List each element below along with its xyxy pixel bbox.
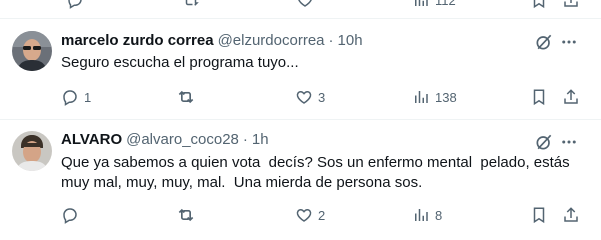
bookmark-icon — [533, 0, 545, 9]
reply-button[interactable] — [66, 0, 84, 12]
repost-button[interactable] — [176, 85, 201, 109]
grok-icon[interactable] — [533, 31, 555, 53]
like-count: 2 — [318, 207, 326, 223]
repost-icon — [185, 0, 199, 6]
avatar[interactable] — [12, 31, 52, 71]
like-button[interactable]: 3 — [295, 85, 325, 109]
reply-button[interactable] — [61, 203, 84, 227]
like-button[interactable] — [296, 0, 314, 12]
tweet-header: ALVARO @alvaro_coco28 · 1h — [61, 130, 269, 150]
share-button[interactable] — [562, 85, 580, 109]
display-name[interactable]: ALVARO — [61, 130, 122, 150]
avatar-image — [12, 31, 52, 71]
reply-icon — [63, 208, 77, 224]
avatar[interactable] — [12, 131, 52, 171]
like-icon — [298, 0, 312, 7]
views-icon — [415, 0, 428, 6]
grok-icon[interactable] — [533, 131, 555, 153]
views-button[interactable]: 112 — [412, 0, 456, 12]
views-count: 112 — [435, 0, 456, 8]
views-icon — [415, 91, 428, 103]
views-count: 138 — [435, 89, 457, 105]
handle[interactable]: @alvaro_coco28 — [126, 130, 239, 150]
tweet-text: Que ya sabemos a quien vota decís? Sos u… — [61, 154, 574, 191]
bookmark-icon — [533, 89, 545, 106]
timestamp[interactable]: 1h — [252, 130, 269, 150]
like-icon — [296, 208, 312, 222]
avatar-image — [12, 131, 52, 171]
tweet-header: marcelo zurdo correa @elzurdocorrea · 10… — [61, 31, 363, 51]
like-button[interactable]: 2 — [295, 203, 325, 227]
share-button[interactable] — [562, 0, 580, 12]
display-name[interactable]: marcelo zurdo correa — [61, 31, 214, 51]
more-icon[interactable] — [558, 31, 580, 53]
repost-button[interactable] — [176, 203, 201, 227]
tweet-actions: 2 8 — [0, 203, 601, 227]
bookmark-icon — [533, 207, 545, 224]
share-button[interactable] — [562, 203, 580, 227]
tweet[interactable]: ALVARO @alvaro_coco28 · 1h Que ya sabemo… — [0, 120, 601, 240]
like-count: 3 — [318, 89, 326, 105]
bookmark-button[interactable] — [530, 203, 548, 227]
reply-count: 1 — [84, 89, 92, 105]
views-button[interactable]: 138 — [412, 85, 457, 109]
reply-icon — [68, 0, 82, 9]
bookmark-button[interactable] — [530, 0, 548, 12]
handle[interactable]: @elzurdocorrea — [218, 31, 325, 51]
views-icon — [415, 209, 428, 221]
share-icon — [564, 207, 578, 222]
repost-icon — [178, 208, 194, 222]
like-icon — [296, 90, 312, 104]
views-button[interactable]: 8 — [412, 203, 442, 227]
reply-icon — [63, 90, 77, 106]
reply-button[interactable]: 1 — [61, 85, 91, 109]
separator: · — [242, 131, 248, 148]
separator: · — [328, 32, 334, 49]
previous-tweet-actions: 112 — [0, 0, 601, 18]
more-icon[interactable] — [558, 131, 580, 153]
bookmark-button[interactable] — [530, 85, 548, 109]
share-icon — [564, 89, 578, 104]
tweet[interactable]: marcelo zurdo correa @elzurdocorrea · 10… — [0, 19, 601, 119]
share-icon — [564, 0, 578, 7]
repost-button[interactable] — [182, 0, 200, 12]
repost-icon — [178, 90, 194, 104]
views-count: 8 — [435, 207, 443, 223]
tweet-text: Seguro escucha el programa tuyo... — [61, 54, 299, 71]
timestamp[interactable]: 10h — [338, 31, 363, 51]
tweet-actions: 1 3 138 — [0, 85, 601, 109]
